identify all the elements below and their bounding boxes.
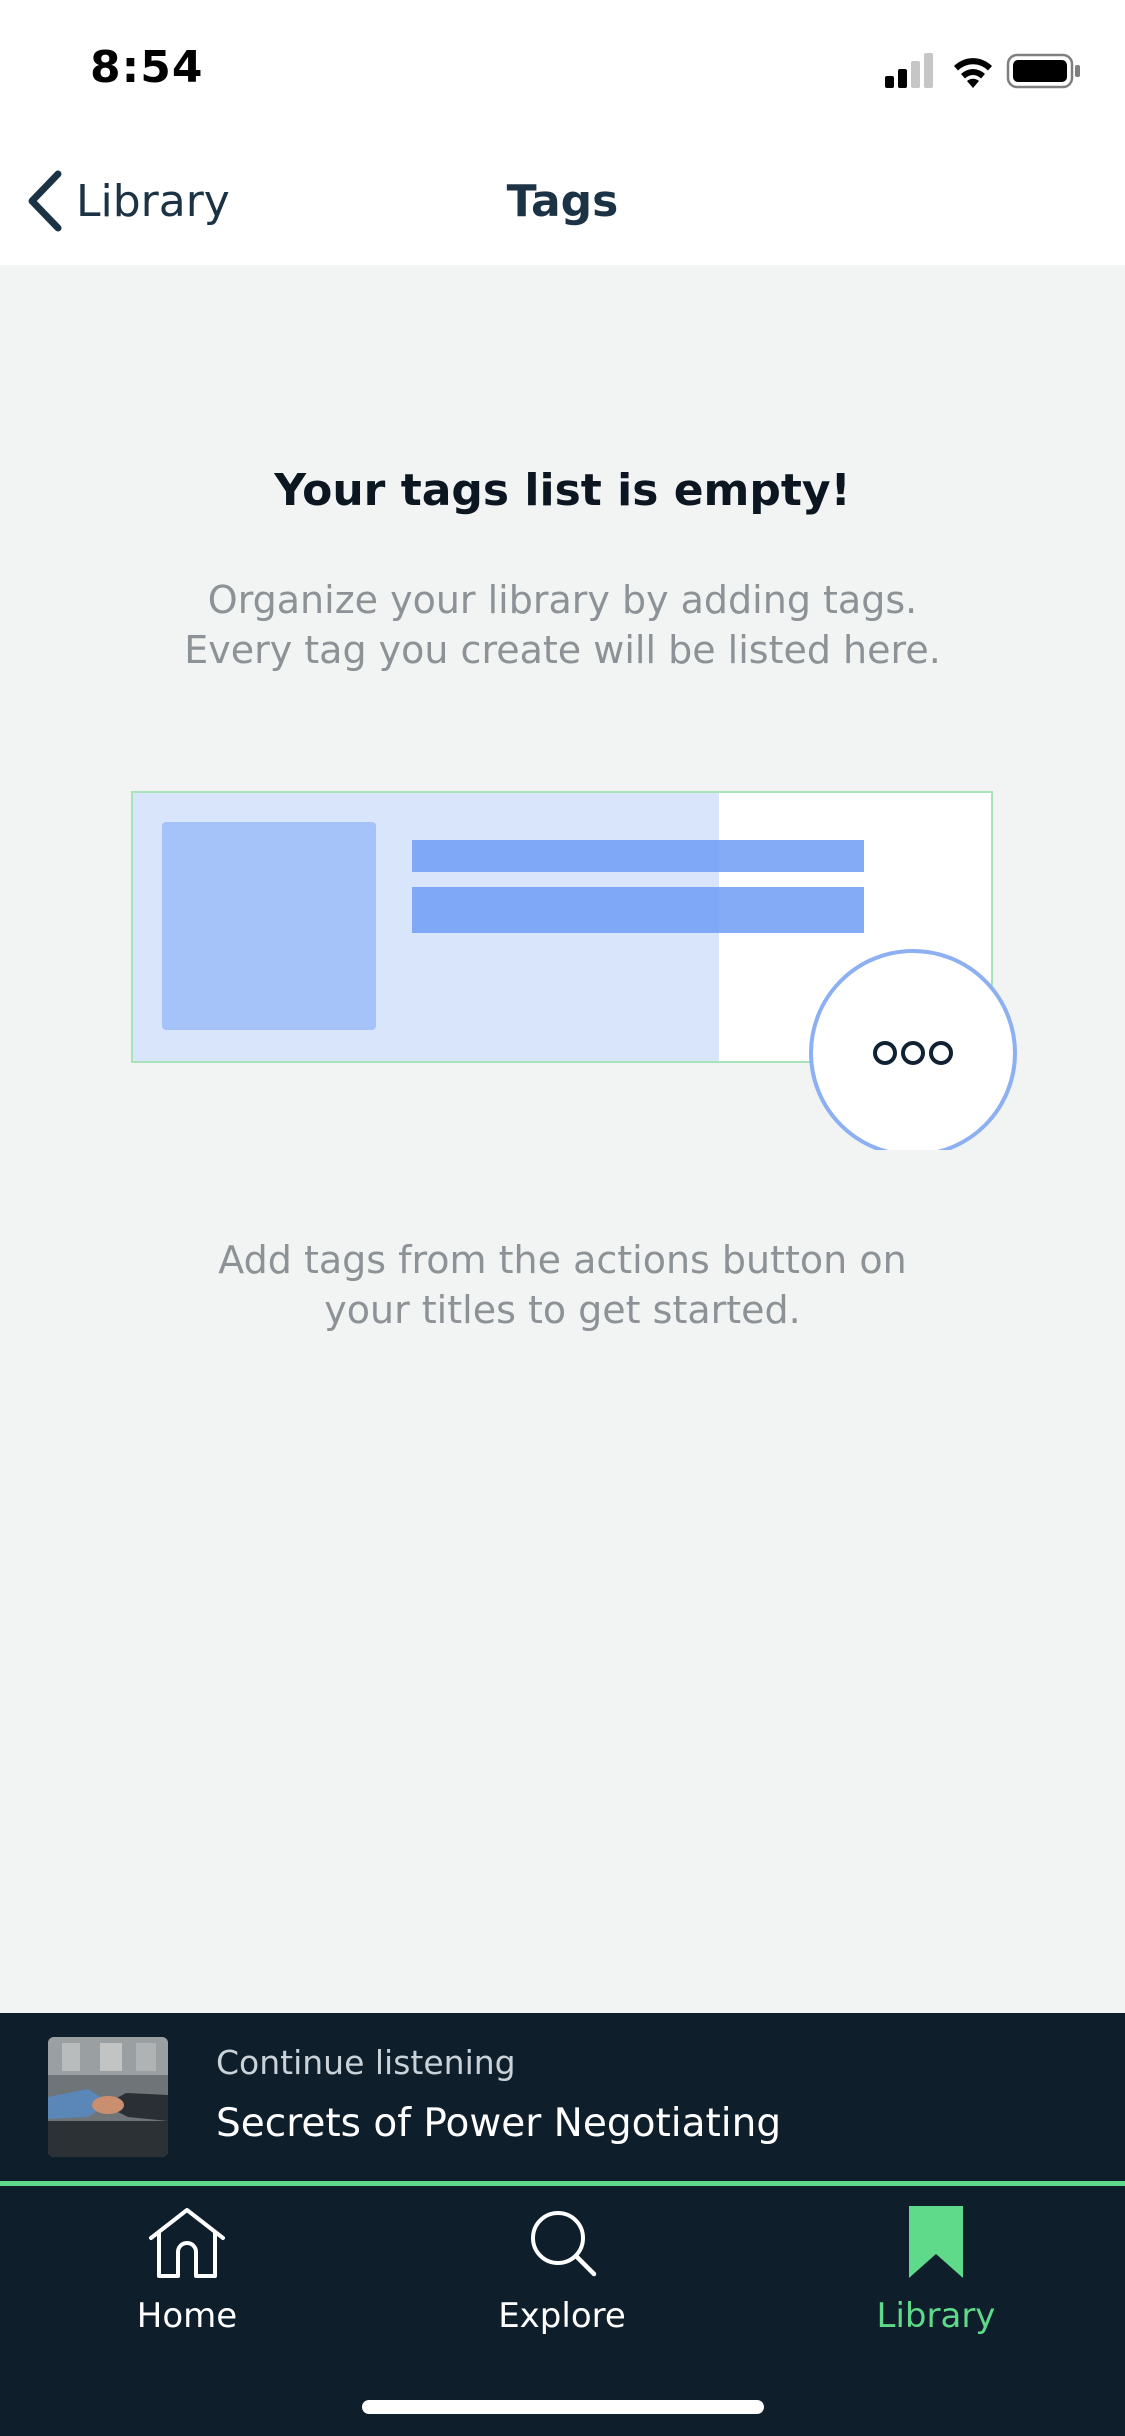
tag-illustration	[131, 791, 1017, 1150]
home-icon	[149, 2208, 225, 2278]
tab-home[interactable]: Home	[62, 2204, 312, 2344]
tab-bar: Home Explore Library	[0, 2186, 1125, 2436]
tab-library[interactable]: Library	[811, 2204, 1061, 2344]
mini-player-label: Continue listening	[216, 2043, 516, 2082]
illustration-thumbnail	[162, 822, 376, 1030]
tab-label: Library	[876, 2296, 996, 2336]
home-indicator	[362, 2400, 764, 2414]
navigation-bar: Library Tags	[0, 140, 1125, 265]
bookmark-icon	[909, 2206, 963, 2278]
status-bar: 8:54	[0, 0, 1125, 140]
search-icon	[531, 2211, 597, 2277]
more-actions-icon	[809, 949, 1017, 1150]
empty-state-description-line: Every tag you create will be listed here…	[184, 628, 941, 672]
battery-icon	[1006, 53, 1080, 89]
wifi-icon	[954, 58, 992, 88]
mini-player[interactable]: Continue listening Secrets of Power Nego…	[0, 2013, 1125, 2183]
illustration-line	[412, 840, 864, 872]
tab-label: Home	[136, 2296, 238, 2336]
tab-explore[interactable]: Explore	[437, 2204, 687, 2344]
status-icons	[885, 53, 1080, 89]
tags-empty-state: Your tags list is empty! Organize your l…	[0, 265, 1125, 2013]
empty-state-description: Organize your library by adding tags. Ev…	[0, 575, 1125, 675]
empty-state-hint-line: your titles to get started.	[324, 1288, 801, 1332]
empty-state-title: Your tags list is empty!	[274, 465, 851, 516]
cellular-signal-icon	[885, 53, 933, 88]
empty-state-hint: Add tags from the actions button on your…	[0, 1235, 1125, 1335]
illustration-line	[412, 887, 864, 933]
tab-label: Explore	[498, 2296, 626, 2336]
empty-state-hint-line: Add tags from the actions button on	[218, 1238, 907, 1282]
page-title: Tags	[506, 176, 619, 227]
empty-state-description-line: Organize your library by adding tags.	[207, 578, 918, 622]
book-cover-thumbnail	[48, 2037, 168, 2157]
mini-player-title: Secrets of Power Negotiating	[216, 2101, 782, 2146]
status-time: 8:54	[90, 42, 204, 93]
